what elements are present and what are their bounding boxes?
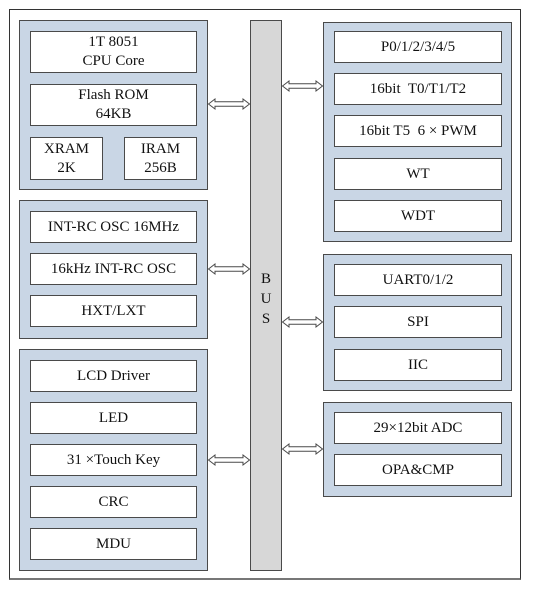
double-arrow-icon — [281, 442, 324, 456]
block-label: 1T 8051 — [88, 34, 139, 50]
system-bus: BUS — [250, 20, 282, 571]
block-mdu: MDU — [30, 528, 197, 560]
block-label: 31 ×Touch Key — [66, 451, 161, 468]
block-iic: IIC — [334, 349, 502, 381]
arrow-bus-io-timers — [281, 79, 324, 93]
block-adc: 29×12bit ADC — [334, 412, 502, 444]
block-label: P0/1/2/3/4/5 — [380, 38, 456, 55]
block-t5-pwm: 16bit T5 6 × PWM — [334, 115, 502, 147]
block-label: LCD Driver — [77, 367, 150, 384]
block-lcd-driver: LCD Driver — [30, 360, 197, 392]
arrow-core-bus — [207, 97, 251, 111]
block-label: 16bit T0/T1/T2 — [369, 80, 467, 97]
arrow-bus-analog — [281, 442, 324, 456]
block-hxt-lxt: HXT/LXT — [30, 295, 197, 327]
double-arrow-icon — [207, 97, 251, 111]
block-label: LED — [98, 409, 129, 426]
block-label: WT — [406, 165, 430, 182]
bus-label: BUS — [251, 269, 281, 329]
block-label: 29×12bit ADC — [373, 419, 463, 436]
block-int-rc-osc-16mhz: INT-RC OSC 16MHz — [30, 211, 197, 243]
block-sublabel: 2K — [57, 159, 76, 176]
block-spi: SPI — [334, 306, 502, 338]
block-label: CRC — [98, 493, 129, 510]
block-label: MDU — [95, 535, 131, 552]
block-label: Flash ROM — [78, 87, 149, 103]
bus-label-letter: S — [261, 311, 271, 327]
double-arrow-icon — [281, 79, 324, 93]
double-arrow-icon — [281, 315, 324, 329]
block-label: 16bit T5 6 × PWM — [359, 122, 477, 139]
block-led: LED — [30, 402, 197, 434]
block-sublabel: 256B — [144, 159, 177, 176]
arrow-clock-bus — [207, 262, 251, 276]
double-arrow-icon — [207, 262, 251, 276]
block-label: HXT/LXT — [81, 302, 146, 319]
block-ports: P0/1/2/3/4/5 — [334, 31, 502, 63]
block-label: SPI — [407, 313, 429, 330]
block-label: WDT — [400, 207, 436, 224]
block-label: IRAM — [140, 140, 181, 157]
block-label: INT-RC OSC 16MHz — [47, 218, 180, 235]
block-xram: XRAM 2K — [30, 137, 103, 180]
arrow-bus-communication — [281, 315, 324, 329]
arrow-peripherals-bus — [207, 453, 251, 467]
block-wt: WT — [334, 158, 502, 190]
block-flash-rom: Flash ROM 64KB — [30, 84, 197, 126]
block-timers-t0-t1-t2: 16bit T0/T1/T2 — [334, 73, 502, 105]
block-wdt: WDT — [334, 200, 502, 232]
block-label: OPA&CMP — [382, 461, 454, 478]
block-label: IIC — [408, 356, 428, 373]
block-opa-cmp: OPA&CMP — [334, 454, 502, 486]
block-cpu-core: 1T 8051 CPU Core — [30, 31, 197, 73]
bus-label-letter: U — [260, 291, 272, 307]
block-label: XRAM — [43, 140, 89, 157]
block-label: UART0/1/2 — [382, 271, 454, 288]
block-label: 16kHz INT-RC OSC — [50, 260, 177, 277]
double-arrow-icon — [207, 453, 251, 467]
bus-label-letter: B — [260, 271, 271, 287]
block-iram: IRAM 256B — [124, 137, 197, 180]
block-sublabel: CPU Core — [82, 53, 145, 69]
block-touch-key: 31 ×Touch Key — [30, 444, 197, 476]
block-uart: UART0/1/2 — [334, 264, 502, 296]
block-16khz-int-rc-osc: 16kHz INT-RC OSC — [30, 253, 197, 285]
block-sublabel: 64KB — [95, 106, 132, 122]
block-crc: CRC — [30, 486, 197, 518]
